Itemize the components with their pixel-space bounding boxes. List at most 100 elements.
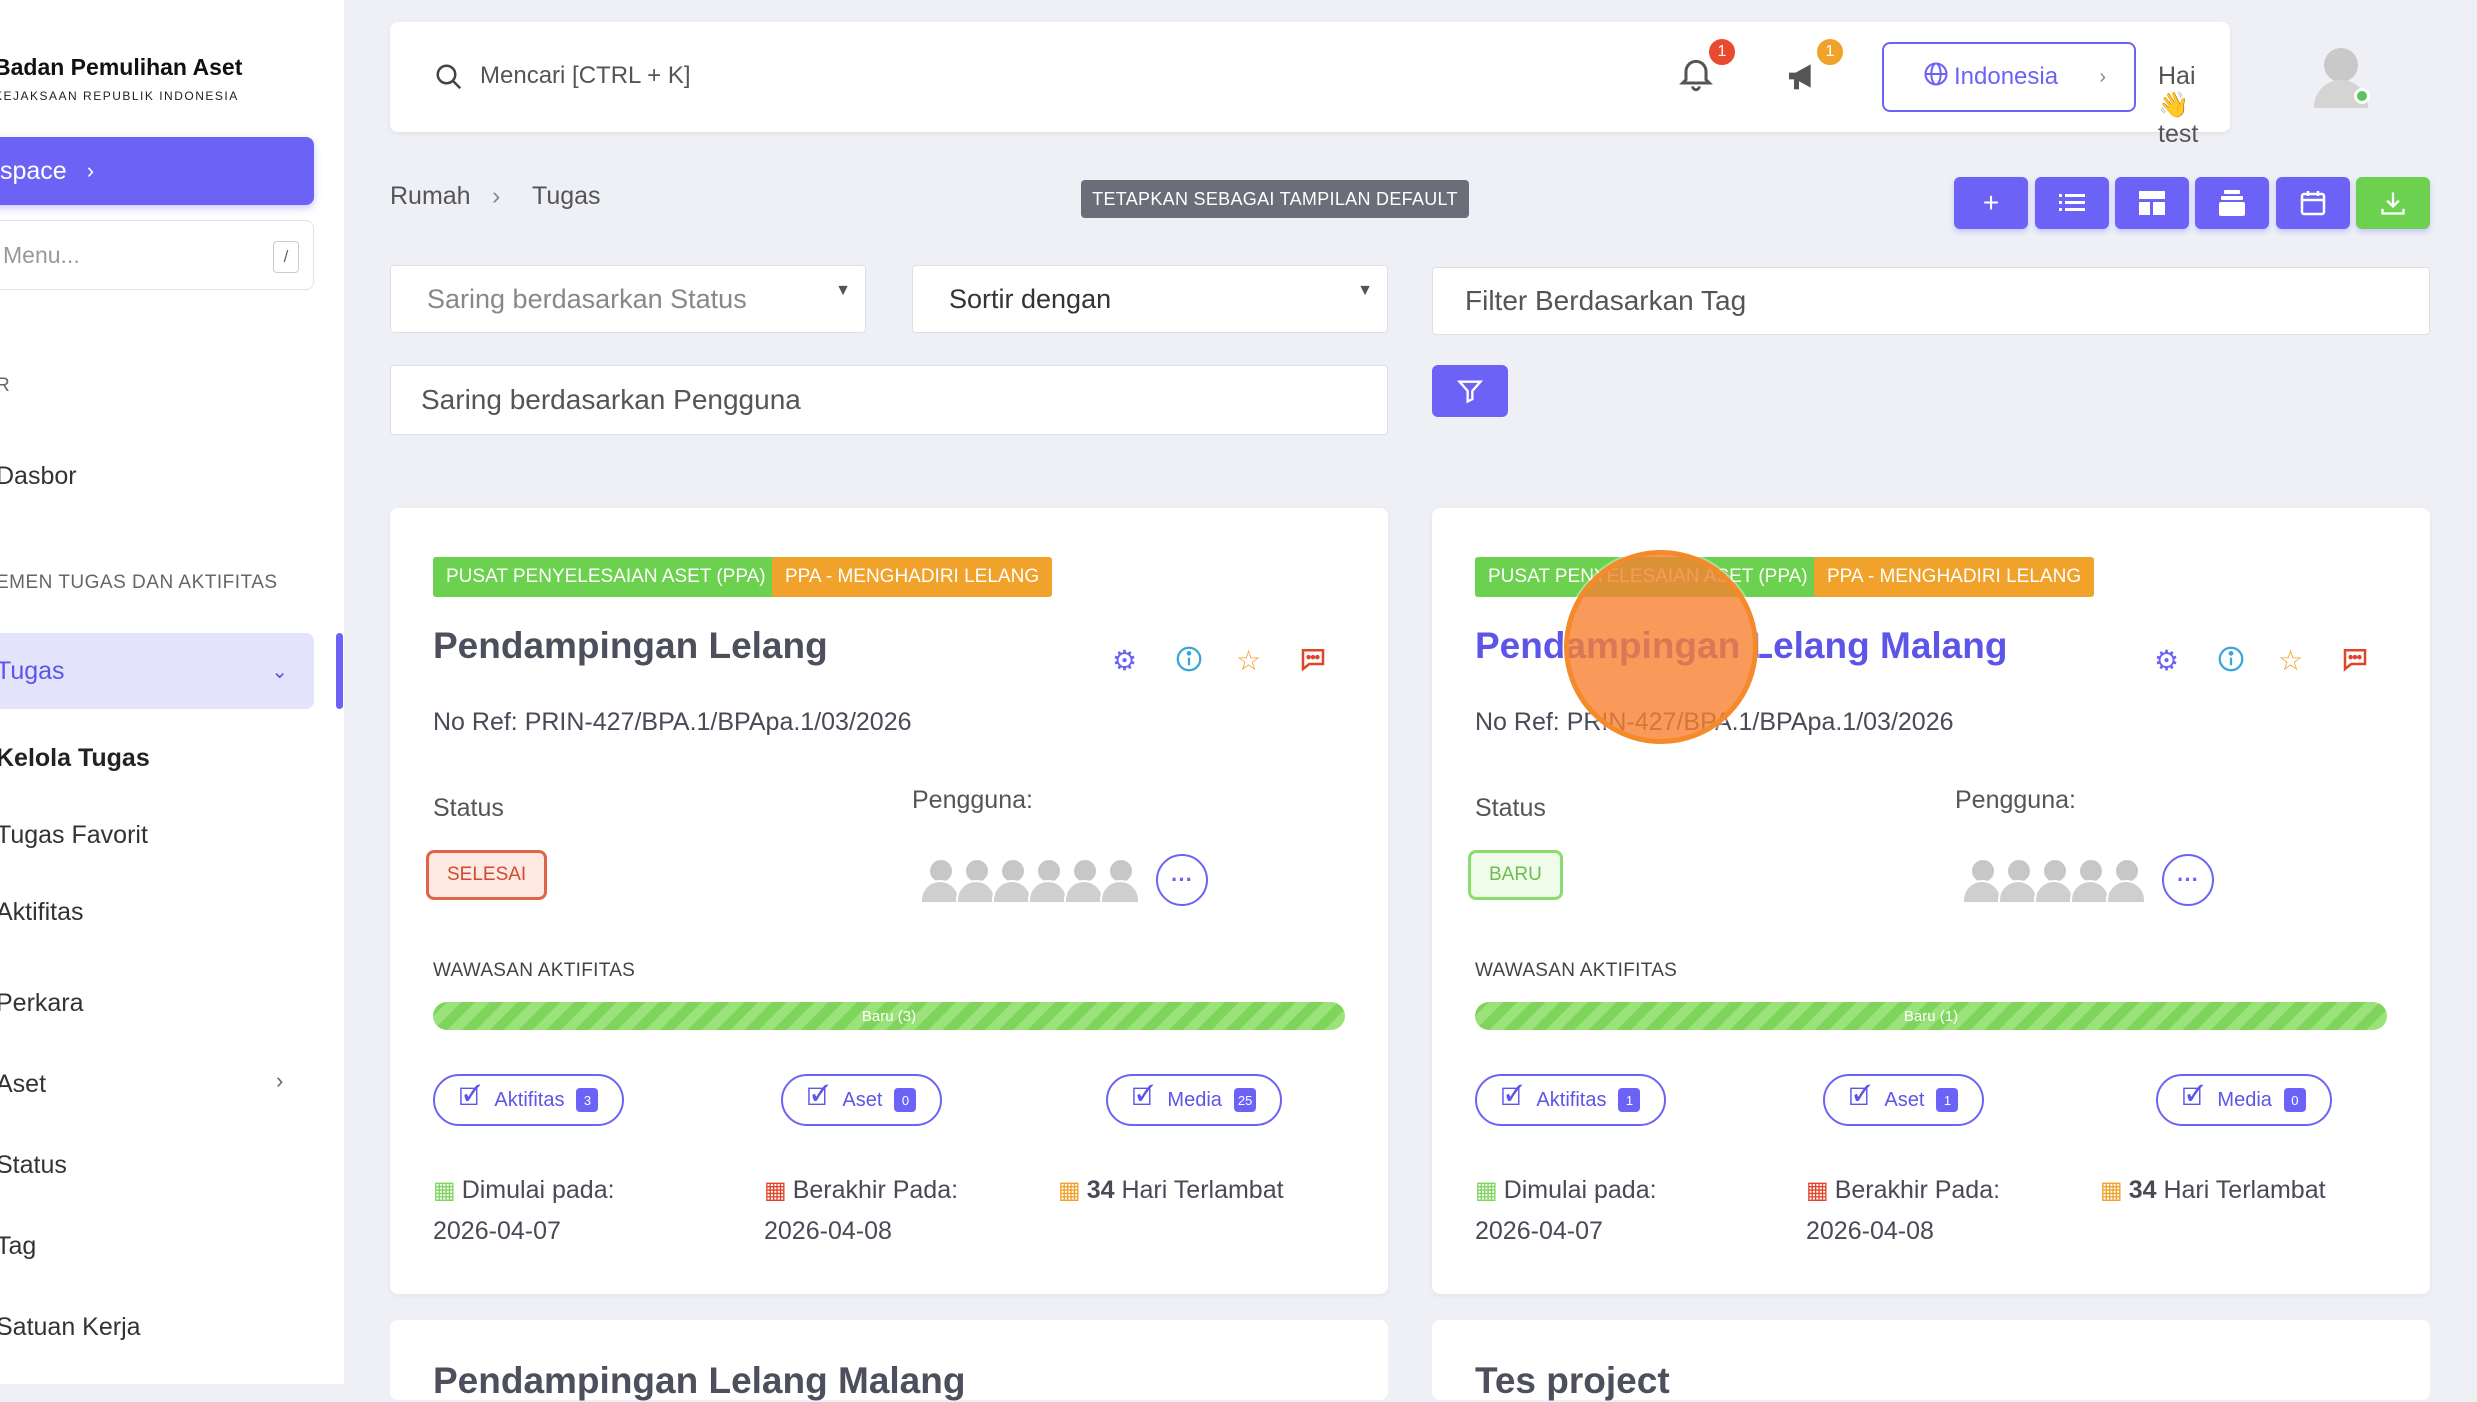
download-button[interactable] <box>2356 177 2430 229</box>
sidebar-section-label: EMEN TUGAS DAN AKTIFITAS <box>0 572 278 593</box>
star-icon[interactable]: ☆ <box>2278 644 2303 677</box>
activities-button[interactable]: 🗹 Aktifitas 3 <box>433 1074 625 1126</box>
task-card[interactable]: Pendampingan Lelang Malang <box>390 1320 1388 1402</box>
language-selector[interactable]: Indonesia › <box>1882 42 2136 112</box>
shortcut-key: / <box>273 241 299 273</box>
notification-badge: 1 <box>1706 36 1738 68</box>
info-icon[interactable] <box>1174 644 1204 681</box>
avatar <box>1962 858 2002 904</box>
late-days: 34 <box>2128 1176 2157 1204</box>
set-default-view-button[interactable]: TETAPKAN SEBAGAI TAMPILAN DEFAULT <box>1081 180 1469 218</box>
online-indicator <box>2354 88 2370 104</box>
media-button[interactable]: 🗹 Media 0 <box>2156 1074 2332 1126</box>
media-button[interactable]: 🗹 Media 25 <box>1106 1074 1283 1126</box>
stack-view-button[interactable] <box>2195 177 2269 229</box>
breadcrumb-current: Tugas <box>532 182 601 210</box>
task-title[interactable]: Pendampingan Lelang <box>433 625 828 667</box>
task-card[interactable]: Tes project <box>1432 1320 2430 1402</box>
global-search-input[interactable]: Mencari [CTRL + K] <box>480 62 691 90</box>
task-title[interactable]: Pendampingan Lelang Malang <box>433 1360 965 1402</box>
caret-down-icon: ▼ <box>835 282 851 299</box>
task-card[interactable]: PUSAT PENYELESAIAN ASET (PPA) PPA - MENG… <box>390 508 1388 1294</box>
status-filter-select[interactable]: Saring berdasarkan Status ▼ <box>390 265 866 333</box>
menu-search-input[interactable]: Menu... / <box>0 220 314 290</box>
task-title[interactable]: Tes project <box>1475 1360 1670 1402</box>
info-icon[interactable] <box>2216 644 2246 681</box>
sidebar-item-tugas[interactable]: Tugas ⌄ <box>0 633 314 709</box>
announcement-badge: 1 <box>1814 36 1846 68</box>
start-date: ▦ Dimulai pada: 2026-04-07 <box>433 1170 615 1251</box>
tag-badge[interactable]: PPA - MENGHADIRI LELANG <box>772 557 1053 597</box>
tag-filter-input[interactable]: Filter Berdasarkan Tag <box>1432 267 2430 335</box>
end-date-value: 2026-04-08 <box>1806 1217 1934 1245</box>
sidebar-item-dashboard[interactable]: Dasbor <box>0 462 77 491</box>
count-badge: 25 <box>1233 1088 1257 1112</box>
workspace-button[interactable]: space › <box>0 137 314 205</box>
download-icon <box>2381 192 2405 215</box>
avatar <box>1998 858 2038 904</box>
start-label: Dimulai pada: <box>1503 1176 1657 1204</box>
sidebar-item-tag[interactable]: Tag <box>0 1232 36 1261</box>
calendar-view-button[interactable] <box>2276 177 2350 229</box>
sidebar-item-status[interactable]: Status <box>0 1151 67 1180</box>
assets-button[interactable]: 🗹 Aset 0 <box>781 1074 943 1126</box>
sidebar-item-kelola-tugas[interactable]: Kelola Tugas <box>0 744 150 773</box>
active-indicator <box>336 633 343 709</box>
brand-subtitle: KEJAKSAAN REPUBLIK INDONESIA <box>0 89 239 103</box>
more-users-button[interactable]: ··· <box>2162 854 2214 906</box>
reference-number: No Ref: PRIN-427/BPA.1/BPApa.1/03/2026 <box>433 708 912 736</box>
filter-button[interactable] <box>1432 365 1508 417</box>
star-icon[interactable]: ☆ <box>1236 644 1261 677</box>
comment-icon[interactable] <box>1298 644 1328 681</box>
search-icon <box>434 62 464 99</box>
late-indicator: ▦ 34 Hari Terlambat <box>1058 1170 1284 1211</box>
avatar <box>920 858 960 904</box>
avatar <box>1064 858 1104 904</box>
card-view-button[interactable] <box>2115 177 2189 229</box>
comment-icon[interactable] <box>2340 644 2370 681</box>
sidebar-item-aktifitas[interactable]: Aktifitas <box>0 898 84 927</box>
pill-label: Aktifitas <box>494 1088 565 1111</box>
calendar-icon: ▦ <box>2100 1177 2123 1204</box>
user-avatar-group[interactable] <box>920 858 1160 904</box>
user-avatar-group[interactable] <box>1962 858 2166 904</box>
breadcrumb-home[interactable]: Rumah <box>390 182 471 211</box>
users-label: Pengguna: <box>1955 786 2076 814</box>
status-badge[interactable]: SELESAI <box>426 850 548 900</box>
sidebar-item-aset[interactable]: Aset <box>0 1070 46 1099</box>
pill-label: Aktifitas <box>1536 1088 1607 1111</box>
sort-placeholder: Sortir dengan <box>949 283 1112 314</box>
start-date-value: 2026-04-07 <box>1475 1217 1603 1245</box>
sidebar-section-label: R <box>0 375 11 396</box>
tag-badge[interactable]: PUSAT PENYELESAIAN ASET (PPA) <box>433 557 779 597</box>
end-date: ▦ Berakhir Pada: 2026-04-08 <box>764 1170 958 1251</box>
sidebar-item-perkara[interactable]: Perkara <box>0 989 84 1018</box>
globe-icon <box>1922 60 1950 95</box>
calendar-check-icon: 🗹 <box>1132 1083 1154 1111</box>
tag-badge[interactable]: PPA - MENGHADIRI LELANG <box>1814 557 2095 597</box>
layout-icon <box>2139 191 2165 215</box>
activities-button[interactable]: 🗹 Aktifitas 1 <box>1475 1074 1667 1126</box>
sidebar-item-satuan-kerja[interactable]: Satuan Kerja <box>0 1313 141 1342</box>
status-badge[interactable]: BARU <box>1468 850 1563 900</box>
status-label: Status <box>1475 794 1546 822</box>
activity-insight-label: WAWASAN AKTIFITAS <box>1475 960 1678 981</box>
list-view-button[interactable] <box>2035 177 2109 229</box>
late-label: Hari Terlambat <box>2163 1176 2326 1204</box>
sort-select[interactable]: Sortir dengan ▼ <box>912 265 1388 333</box>
more-users-button[interactable]: ··· <box>1156 854 1208 906</box>
add-task-button[interactable]: + <box>1954 177 2028 229</box>
list-icon <box>2059 194 2085 211</box>
menu-search-placeholder: Menu... <box>3 241 80 268</box>
language-label: Indonesia <box>1954 63 2059 90</box>
assets-button[interactable]: 🗹 Aset 1 <box>1823 1074 1985 1126</box>
calendar-icon <box>2300 191 2326 216</box>
gear-icon[interactable]: ⚙ <box>1112 644 1137 677</box>
start-label: Dimulai pada: <box>461 1176 615 1204</box>
avatar <box>956 858 996 904</box>
sidebar-item-tugas-favorit[interactable]: Tugas Favorit <box>0 821 148 850</box>
avatar[interactable] <box>2310 44 2372 108</box>
gear-icon[interactable]: ⚙ <box>2154 644 2179 677</box>
user-filter-input[interactable]: Saring berdasarkan Pengguna <box>390 365 1388 435</box>
calendar-check-icon: 🗹 <box>807 1083 829 1111</box>
